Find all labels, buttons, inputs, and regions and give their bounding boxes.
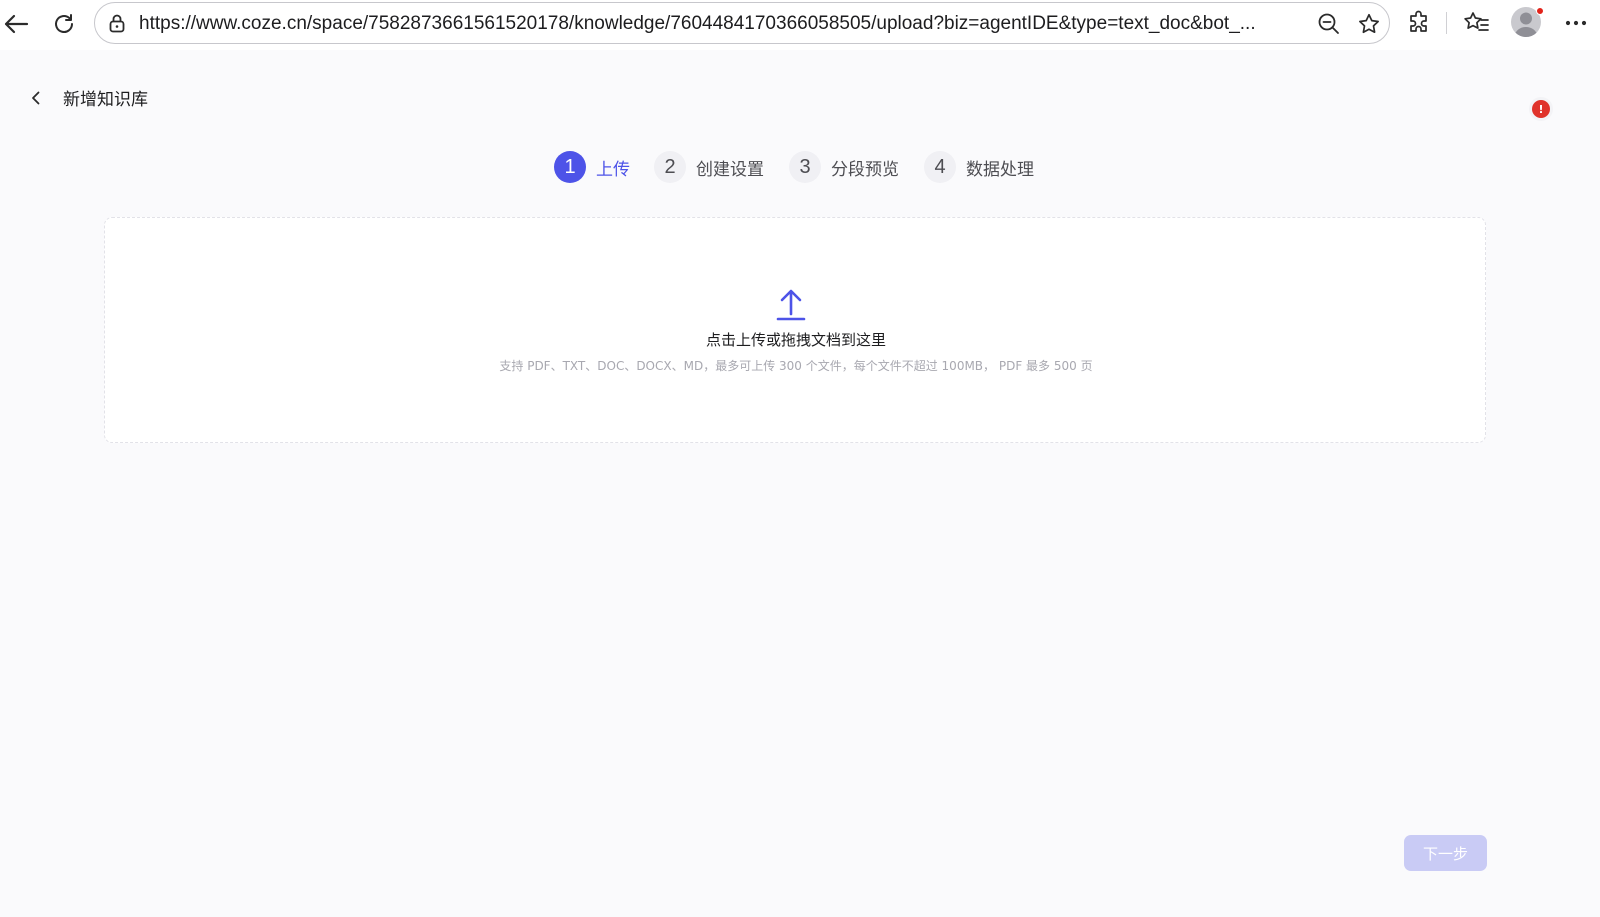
- address-bar[interactable]: https://www.coze.cn/space/75828736615615…: [94, 2, 1390, 44]
- back-arrow-icon: [4, 14, 29, 34]
- step-segment-preview: 3 分段预览: [789, 150, 899, 184]
- back-button[interactable]: [0, 8, 32, 40]
- alert-icon[interactable]: !: [1532, 100, 1550, 118]
- reload-icon: [55, 14, 73, 33]
- upload-hint: 支持 PDF、TXT、DOC、DOCX、MD，最多可上传 300 个文件，每个文…: [499, 359, 1093, 373]
- step-label: 分段预览: [831, 159, 899, 180]
- extensions-button[interactable]: [1405, 9, 1433, 37]
- step-number: 2: [654, 151, 686, 183]
- favorites-icon: [1464, 12, 1489, 31]
- step-label: 数据处理: [966, 159, 1034, 180]
- step-number: 3: [789, 151, 821, 183]
- url-text[interactable]: https://www.coze.cn/space/75828736615615…: [139, 12, 1295, 36]
- toolbar-divider: [1446, 12, 1447, 34]
- step-number: 4: [924, 151, 956, 183]
- more-button[interactable]: [1562, 9, 1590, 37]
- step-upload: 1 上传: [554, 150, 630, 184]
- page-back-button[interactable]: [26, 88, 46, 108]
- step-label: 上传: [596, 159, 630, 180]
- upload-dropzone[interactable]: 点击上传或拖拽文档到这里 支持 PDF、TXT、DOC、DOCX、MD，最多可上…: [104, 217, 1486, 443]
- star-icon[interactable]: [1357, 12, 1381, 36]
- upload-icon: [776, 289, 806, 321]
- upload-instruction: 点击上传或拖拽文档到这里: [705, 331, 886, 349]
- lock-icon[interactable]: [107, 13, 127, 33]
- favorites-button[interactable]: [1462, 9, 1490, 37]
- step-label: 创建设置: [696, 159, 764, 180]
- step-number: 1: [554, 151, 586, 183]
- reload-button[interactable]: [48, 8, 80, 40]
- profile-notification-dot: [1536, 7, 1544, 15]
- extensions-icon: [1410, 10, 1427, 32]
- page-title: 新增知识库: [63, 90, 148, 110]
- zoom-out-icon[interactable]: [1317, 12, 1341, 36]
- next-step-button[interactable]: 下一步: [1404, 835, 1487, 871]
- browser-toolbar: https://www.coze.cn/space/75828736615615…: [0, 0, 1600, 50]
- chevron-left-icon: [32, 91, 40, 105]
- step-create-settings: 2 创建设置: [654, 150, 764, 184]
- step-data-processing: 4 数据处理: [924, 150, 1034, 184]
- more-icon: [1565, 20, 1587, 26]
